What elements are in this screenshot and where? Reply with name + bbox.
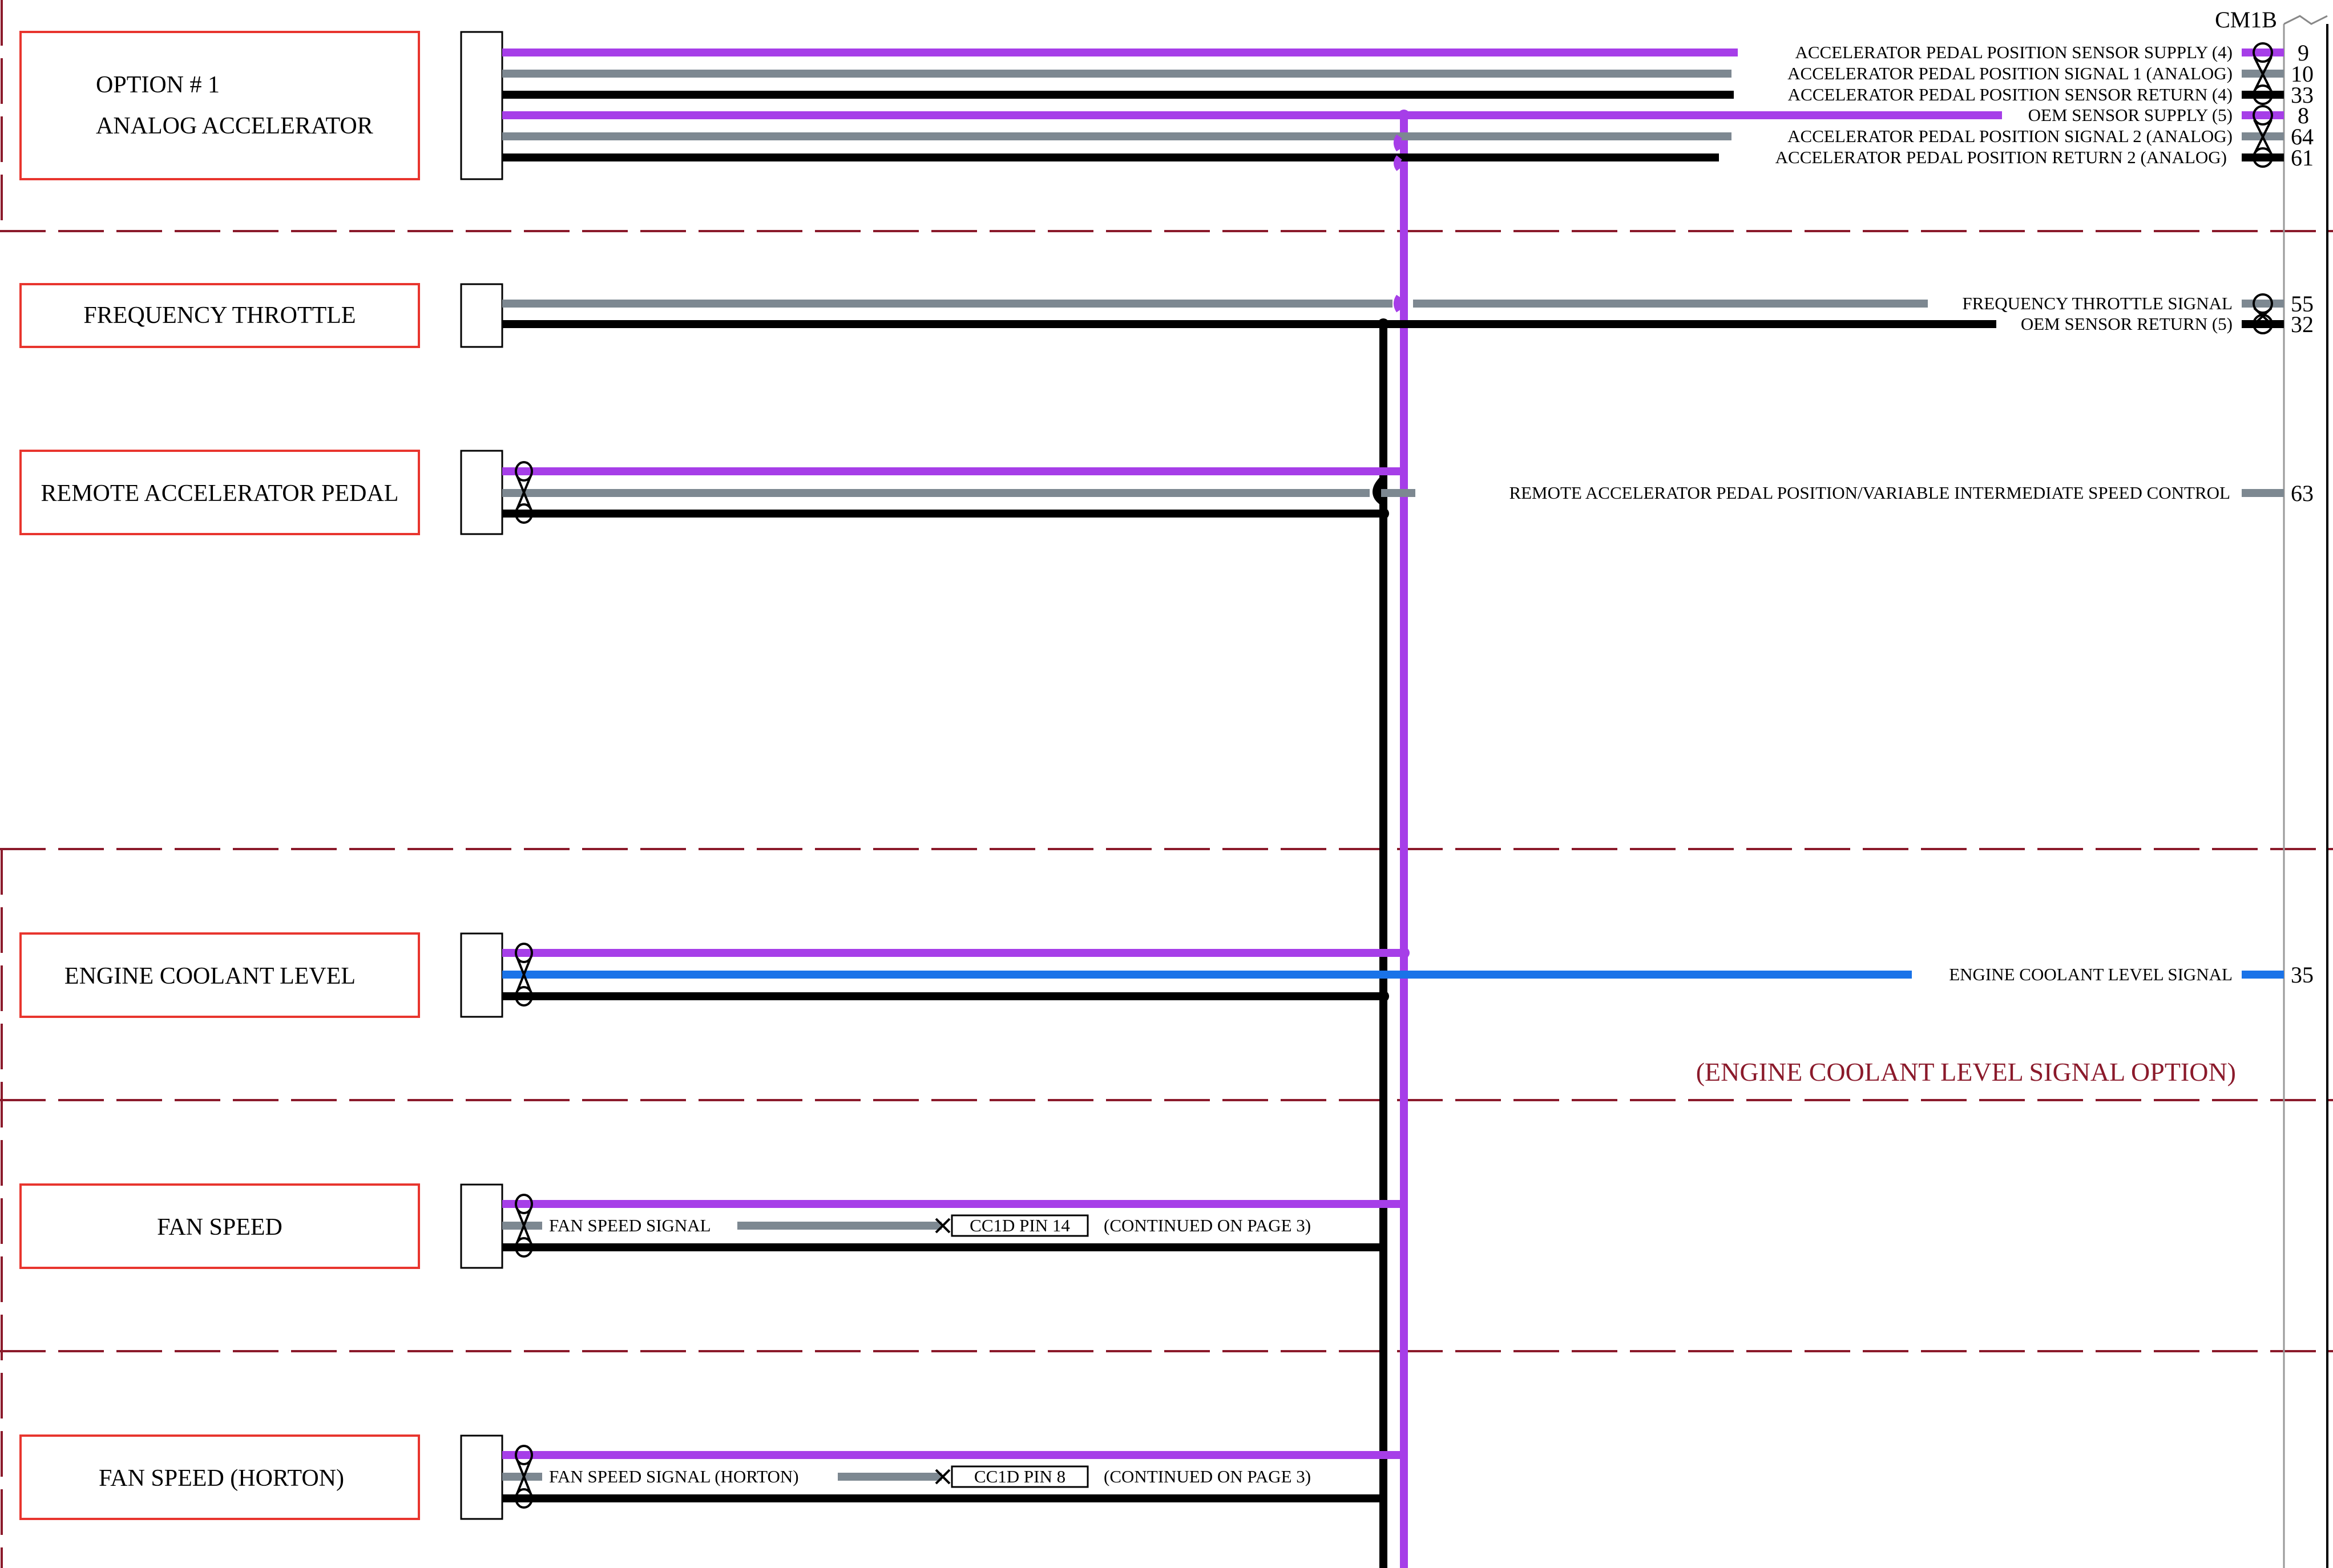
supply-junction-dot-coolant bbox=[1398, 947, 1410, 959]
coolant-option-note: (ENGINE COOLANT LEVEL SIGNAL OPTION) bbox=[1696, 1057, 2236, 1086]
connector-label: CM1B bbox=[2215, 7, 2277, 33]
return-junction-dot-coolant bbox=[1378, 991, 1389, 1002]
circuit-label-33: ACCELERATOR PEDAL POSITION SENSOR RETURN… bbox=[1788, 84, 2233, 104]
supply-junction-dot bbox=[1398, 110, 1410, 121]
analog-accelerator-box bbox=[19, 31, 420, 180]
wiring-diagram: CM1B OPTION # 1 ANALOG ACCELERATOR FREQU… bbox=[0, 0, 2333, 1568]
fan-speed-ref: CC1D PIN 14 bbox=[970, 1215, 1070, 1235]
pin-32: 32 bbox=[2291, 312, 2314, 337]
pin-61: 61 bbox=[2291, 145, 2314, 171]
circuit-label-32: OEM SENSOR RETURN (5) bbox=[2021, 314, 2233, 334]
circuit-label-63: REMOTE ACCELERATOR PEDAL POSITION/VARIAB… bbox=[1509, 483, 2230, 503]
fan-speed-horton-ref: CC1D PIN 8 bbox=[974, 1466, 1065, 1486]
circuit-label-55: FREQUENCY THROTTLE SIGNAL bbox=[1962, 293, 2233, 313]
remote-pedal-label: REMOTE ACCELERATOR PEDAL bbox=[41, 480, 399, 507]
pin-63: 63 bbox=[2291, 480, 2314, 506]
coolant-level-label: ENGINE COOLANT LEVEL bbox=[64, 963, 356, 989]
twisted-pair-markers-analog bbox=[2253, 42, 2273, 168]
component-boxes bbox=[19, 31, 503, 1520]
circuit-label-10: ACCELERATOR PEDAL POSITION SIGNAL 1 (ANA… bbox=[1787, 63, 2233, 83]
fan-speed-signal-label: FAN SPEED SIGNAL bbox=[549, 1215, 711, 1235]
coolant-level-connector bbox=[460, 932, 503, 1018]
fan-speed-horton-signal-label: FAN SPEED SIGNAL (HORTON) bbox=[549, 1466, 799, 1486]
section-dividers bbox=[0, 0, 2333, 1568]
remote-pedal-connector bbox=[460, 450, 503, 535]
circuit-label-8: OEM SENSOR SUPPLY (5) bbox=[2028, 105, 2233, 125]
return-junction-dot-remote bbox=[1378, 508, 1389, 519]
fan-speed-label: FAN SPEED bbox=[157, 1214, 282, 1240]
analog-accelerator-connector bbox=[460, 31, 503, 180]
circuit-label-64: ACCELERATOR PEDAL POSITION SIGNAL 2 (ANA… bbox=[1787, 126, 2233, 146]
pin-35: 35 bbox=[2291, 962, 2314, 988]
analog-accelerator-label-line1: OPTION # 1 bbox=[96, 72, 220, 98]
fan-speed-connector bbox=[460, 1183, 503, 1269]
fan-speed-horton-continued: (CONTINUED ON PAGE 3) bbox=[1104, 1466, 1311, 1486]
return-junction-dot-throttle bbox=[1378, 318, 1389, 330]
circuit-label-61: ACCELERATOR PEDAL POSITION RETURN 2 (ANA… bbox=[1775, 147, 2227, 167]
fan-speed-horton-connector bbox=[460, 1434, 503, 1520]
circuit-label-35: ENGINE COOLANT LEVEL SIGNAL bbox=[1949, 964, 2233, 984]
fan-speed-continued: (CONTINUED ON PAGE 3) bbox=[1104, 1215, 1311, 1235]
pin-numbers: 9 10 33 8 64 61 55 32 63 35 bbox=[2291, 40, 2314, 988]
circuit-labels: ACCELERATOR PEDAL POSITION SENSOR SUPPLY… bbox=[1509, 42, 2233, 984]
circuit-label-9: ACCELERATOR PEDAL POSITION SENSOR SUPPLY… bbox=[1795, 42, 2233, 62]
frequency-throttle-label: FREQUENCY THROTTLE bbox=[83, 302, 356, 329]
cm1b-connector: CM1B bbox=[2215, 7, 2328, 1568]
vertical-buses bbox=[1379, 112, 1408, 1568]
fan-speed-horton-label: FAN SPEED (HORTON) bbox=[99, 1465, 344, 1492]
frequency-throttle-connector bbox=[460, 283, 503, 348]
analog-accelerator-label-line2: ANALOG ACCELERATOR bbox=[96, 113, 373, 139]
